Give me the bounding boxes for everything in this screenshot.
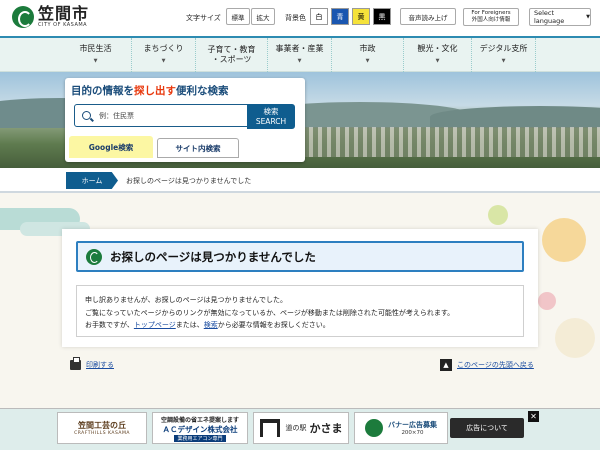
site-header: 笠間市 CITY OF KASAMA 文字サイズ 標準 拡大 背景色 白 青 黄…	[0, 0, 600, 36]
chevron-down-icon: ▼	[365, 58, 370, 64]
bg-yellow-button[interactable]: 黄	[352, 8, 370, 25]
chevron-down-icon: ▼	[501, 58, 506, 64]
townscape	[300, 127, 600, 157]
nav-item-label: まちづくり	[143, 44, 184, 53]
search-placeholder: 例：住民票	[99, 111, 134, 120]
decorative-flower	[538, 292, 556, 310]
bg-black-button[interactable]: 黒	[373, 8, 391, 25]
kasama-mark-icon	[86, 248, 102, 265]
search-title: 目的の情報を探し出す便利な検索	[71, 85, 229, 97]
page-title-text: お探しのページは見つかりませんでした	[110, 249, 316, 264]
nav-item-label: 事業者・産業	[275, 44, 324, 53]
nav-item-label: 子育て・教育 ・スポーツ	[207, 45, 256, 64]
nav-item-digital-branch[interactable]: デジタル支所 ▼	[472, 38, 536, 72]
foreigners-en-label: For Foreigners	[471, 10, 511, 16]
banner-ac-design[interactable]: 空調設備の省エネ提案します ＡＣデザイン株式会社 業務用エアコン専門	[152, 412, 248, 444]
breadcrumb-current: お探しのページは見つかりませんでした	[126, 177, 252, 185]
text-size-large-button[interactable]: 拡大	[251, 8, 275, 25]
tab-site-search[interactable]: サイト内検索	[157, 138, 239, 158]
bg-color-label: 背景色	[285, 14, 306, 22]
search-link[interactable]: 検索	[204, 321, 218, 329]
tab-google-search[interactable]: Google検索	[69, 136, 153, 158]
page-title: お探しのページは見つかりませんでした	[76, 241, 524, 272]
nav-item-civic-life[interactable]: 市民生活 ▼	[60, 38, 132, 72]
global-nav: 市民生活 ▼ まちづくり ▼ 子育て・教育 ・スポーツ 事業者・産業 ▼ 市政 …	[0, 36, 600, 72]
language-select[interactable]: Select language ▼	[529, 8, 591, 26]
banner-michinoeki-kasama[interactable]: 道の駅 かさま	[253, 412, 349, 444]
close-icon[interactable]: ✕	[528, 411, 539, 422]
kasama-mark-icon	[365, 419, 383, 437]
text-size-label: 文字サイズ	[186, 14, 221, 22]
voice-read-button[interactable]: 音声読み上げ	[400, 8, 456, 25]
nav-item-label: 市民生活	[79, 44, 112, 53]
chevron-down-icon: ▼	[297, 58, 302, 64]
print-link[interactable]: 印刷する	[70, 357, 114, 370]
chevron-down-icon: ▼	[586, 14, 590, 20]
site-logo[interactable]: 笠間市 CITY OF KASAMA	[12, 5, 89, 28]
nav-item-label: 観光・文化	[417, 44, 458, 53]
bg-white-button[interactable]: 白	[310, 8, 328, 25]
top-page-link[interactable]: トップページ	[134, 321, 176, 329]
logo-subtitle: CITY OF KASAMA	[38, 22, 88, 28]
search-icon	[82, 111, 91, 120]
chevron-down-icon: ▼	[435, 58, 440, 64]
nav-item-city-govt[interactable]: 市政 ▼	[332, 38, 404, 72]
nav-item-town-planning[interactable]: まちづくり ▼	[132, 38, 196, 72]
chevron-down-icon: ▼	[93, 58, 98, 64]
logo-title: 笠間市	[38, 4, 90, 23]
torii-gate-icon	[259, 419, 280, 437]
decorative-leaf	[488, 205, 508, 225]
search-input[interactable]: 例：住民票	[74, 104, 249, 127]
arrow-up-icon: ▲	[440, 359, 452, 371]
error-message: 申し訳ありませんが、お探しのページは見つかりませんでした。 ご覧になっていたペー…	[76, 285, 524, 337]
banner-ad-recruit[interactable]: バナー広告募集 200×70	[354, 412, 448, 444]
decorative-flower	[542, 218, 586, 262]
foreigners-jp-label: 外国人向け情報	[471, 17, 511, 23]
bg-blue-button[interactable]: 青	[331, 8, 349, 25]
printer-icon	[70, 357, 81, 370]
nav-item-label: デジタル支所	[479, 44, 528, 53]
nav-item-business[interactable]: 事業者・産業 ▼	[268, 38, 332, 72]
kasama-logo-icon	[12, 5, 34, 28]
about-ads-button[interactable]: 広告について	[450, 418, 524, 438]
search-button[interactable]: 検索 SEARCH	[247, 104, 295, 129]
breadcrumb-home-link[interactable]: ホーム	[66, 172, 118, 189]
language-select-label: Select language	[534, 9, 565, 25]
back-to-top-link[interactable]: ▲ このページの先頭へ戻る	[440, 359, 534, 371]
nav-item-tourism-culture[interactable]: 観光・文化 ▼	[404, 38, 472, 72]
text-size-standard-button[interactable]: 標準	[226, 8, 250, 25]
nav-item-childcare-education[interactable]: 子育て・教育 ・スポーツ	[196, 38, 268, 72]
foreigners-button[interactable]: For Foreigners 外国人向け情報	[463, 8, 519, 26]
decorative-pattern	[555, 318, 595, 358]
nav-item-label: 市政	[359, 44, 376, 53]
chevron-down-icon: ▼	[161, 58, 166, 64]
banner-crafthills[interactable]: 笠間工芸の丘 CRAFTHILLS KASAMA	[57, 412, 147, 444]
